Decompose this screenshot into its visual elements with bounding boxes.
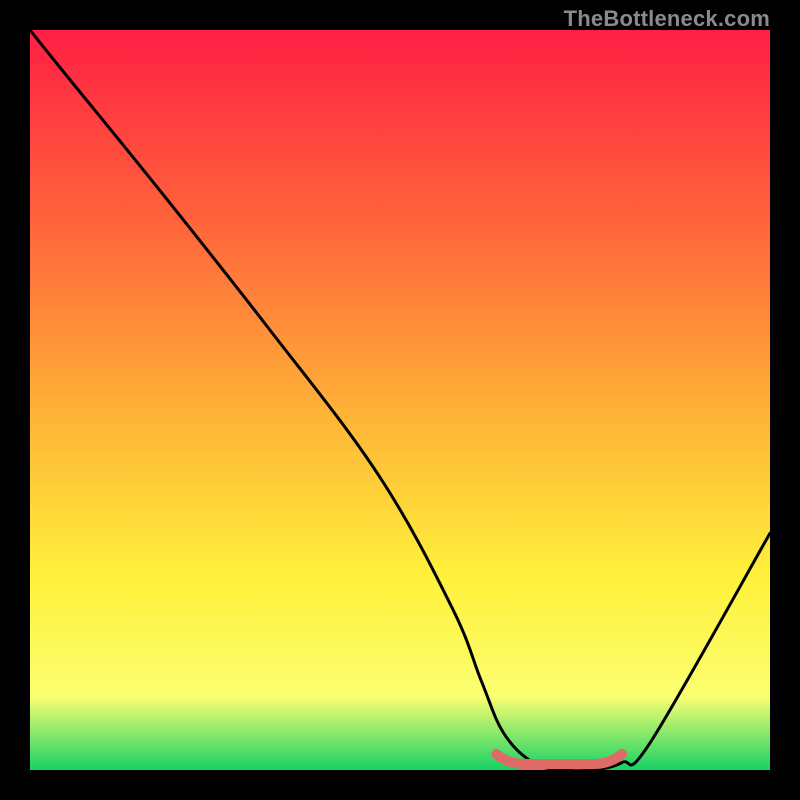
chart-frame: TheBottleneck.com (0, 0, 800, 800)
plot-area (30, 30, 770, 770)
chart-curve (30, 30, 770, 770)
watermark-text: TheBottleneck.com (564, 6, 770, 32)
curve-path (30, 30, 770, 770)
curve-highlight (496, 754, 622, 764)
